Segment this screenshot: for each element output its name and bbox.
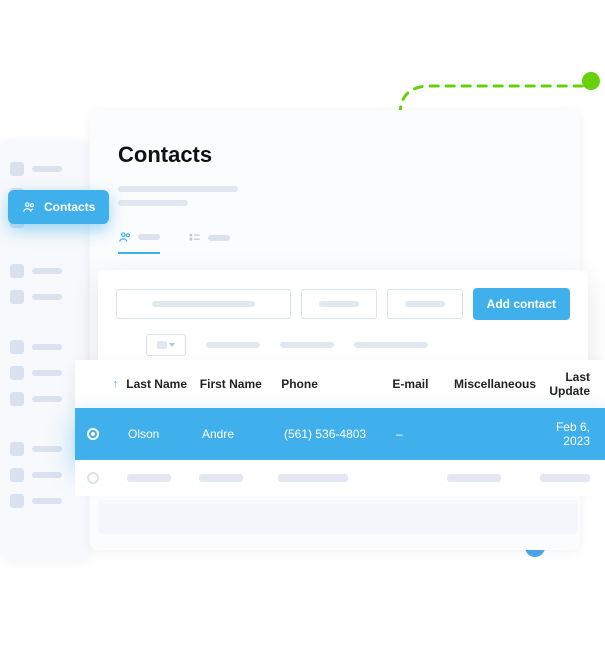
contacts-nav-active[interactable]: Contacts [8,190,109,224]
nav-icon [10,290,24,304]
filter-select-2[interactable] [387,289,463,319]
nav-icon [10,468,24,482]
tab-placeholder [138,234,160,240]
column-last-name[interactable]: Last Name [122,377,195,391]
chevron-down-icon [169,343,175,347]
nav-icon [10,494,24,508]
column-phone[interactable]: Phone [277,377,388,391]
filter-placeholder [354,342,428,348]
nav-placeholder [32,446,62,452]
row-radio[interactable] [87,472,99,484]
table-header: ↑ Last Name First Name Phone E-mail Misc… [75,360,605,408]
table-row-selected[interactable]: Olson Andre (561) 536-4803 – Feb 6, 2023 [75,408,605,460]
filter-select-1[interactable] [301,289,377,319]
nav-icon [10,162,24,176]
subtitle-placeholder [118,186,238,192]
cell-placeholder [540,474,590,482]
cell-placeholder [278,474,348,482]
cell-email: – [392,427,454,441]
input-placeholder [405,301,445,307]
nav-placeholder [32,268,62,274]
nav-icon [10,392,24,406]
column-miscellaneous[interactable]: Miscellaneous [450,377,545,391]
column-email[interactable]: E-mail [388,377,450,391]
cell-placeholder [447,474,501,482]
bulk-select[interactable] [146,334,186,356]
cell-first-name: Andre [198,427,280,441]
nav-placeholder [32,344,62,350]
table-row[interactable] [75,460,605,496]
cell-phone: (561) 536-4803 [280,427,392,441]
search-input[interactable] [116,289,291,319]
contacts-icon [118,230,132,244]
nav-placeholder [32,166,62,172]
nav-placeholder [32,472,62,478]
sort-ascending-icon[interactable]: ↑ [113,378,119,390]
contacts-nav-label: Contacts [44,200,95,214]
column-last-update[interactable]: Last Update [545,370,598,398]
nav-icon [10,340,24,354]
nav-placeholder [32,396,62,402]
decorative-green-dot [582,72,600,90]
page-title: Contacts [118,142,552,168]
filter-placeholder [206,342,260,348]
cell-last-update: Feb 6, 2023 [550,420,598,448]
nav-placeholder [32,370,62,376]
cell-last-name: Olson [124,427,198,441]
subtitle-placeholder [118,200,188,206]
input-placeholder [152,301,256,307]
sidebar-item[interactable] [0,284,90,310]
tab-contacts[interactable] [118,230,160,254]
list-icon [188,231,202,245]
nav-placeholder [32,294,62,300]
input-placeholder [319,301,359,307]
nav-icon [10,366,24,380]
cell-placeholder [127,474,171,482]
filter-placeholder [280,342,334,348]
nav-placeholder [32,498,62,504]
tab-secondary[interactable] [188,231,230,253]
cell-placeholder [199,474,243,482]
sidebar-item[interactable] [0,156,90,182]
tab-placeholder [208,235,230,241]
footer-bar [98,500,578,534]
sidebar-item[interactable] [0,334,90,360]
nav-icon [10,442,24,456]
tabs [118,230,552,254]
filter-panel: Add contact [98,270,588,374]
contacts-table: ↑ Last Name First Name Phone E-mail Misc… [75,360,605,496]
contacts-icon [22,200,36,214]
row-radio-selected[interactable] [87,428,99,440]
column-first-name[interactable]: First Name [196,377,277,391]
add-contact-button[interactable]: Add contact [473,288,570,320]
sidebar-item[interactable] [0,258,90,284]
nav-icon [10,264,24,278]
